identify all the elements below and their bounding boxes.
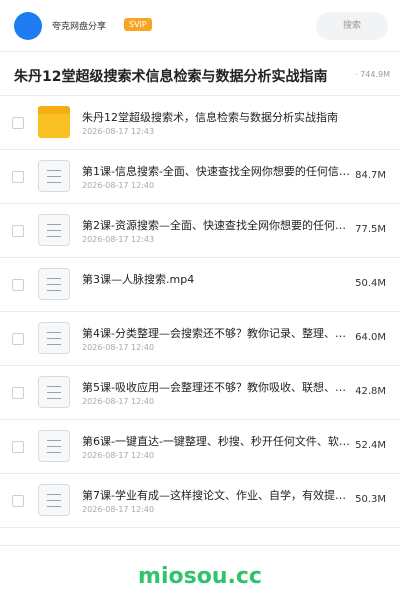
file-date: 2026-08-17 12:40: [82, 181, 155, 190]
app-name: 夸克网盘分享: [52, 22, 107, 32]
avatar[interactable]: [14, 12, 42, 40]
svip-badge: SVIP: [124, 18, 152, 31]
file-name: 第6课-一键直达-一键整理、秒搜、秒开任何文件、软…: [82, 435, 350, 448]
file-name: 第7课-学业有成—这样搜论文、作业、自学，有效提升…: [82, 489, 350, 502]
file-size: 84.7M: [355, 170, 386, 181]
document-icon: [38, 484, 70, 516]
file-date: 2026-08-17 12:40: [82, 451, 155, 460]
file-name: 第5课-吸收应用—会整理还不够？教你吸收、联想、输…: [82, 381, 350, 394]
file-name: 第2课-资源搜索—全面、快速查找全网你想要的任何信…: [82, 219, 350, 232]
document-icon: [38, 322, 70, 354]
row-checkbox[interactable]: [12, 387, 24, 399]
row-checkbox[interactable]: [12, 495, 24, 507]
file-date: 2026-08-17 12:43: [82, 235, 155, 244]
file-size: 50.4M: [355, 278, 386, 289]
share-title-bar: 朱丹12堂超级搜索术信息检索与数据分析实战指南 · 744.9M: [0, 52, 400, 96]
document-icon: [38, 214, 70, 246]
list-item[interactable]: 第1课-信息搜索-全面、快速查找全网你想要的任何信… 2026-08-17 12…: [0, 150, 400, 204]
document-icon: [38, 160, 70, 192]
list-item[interactable]: 第4课-分类整理—会搜索还不够？教你记录、整理、分… 2026-08-17 12…: [0, 312, 400, 366]
page-title: 朱丹12堂超级搜索术信息检索与数据分析实战指南: [14, 69, 328, 85]
file-date: 2026-08-17 12:40: [82, 505, 155, 514]
document-icon: [38, 430, 70, 462]
row-checkbox[interactable]: [12, 117, 24, 129]
row-checkbox[interactable]: [12, 279, 24, 291]
document-icon: [38, 268, 70, 300]
file-size: 42.8M: [355, 386, 386, 397]
list-item[interactable]: 朱丹12堂超级搜索术，信息检索与数据分析实战指南 2026-08-17 12:4…: [0, 96, 400, 150]
total-size: · 744.9M: [355, 70, 390, 79]
list-item[interactable]: 第6课-一键直达-一键整理、秒搜、秒开任何文件、软… 2026-08-17 12…: [0, 420, 400, 474]
row-checkbox[interactable]: [12, 441, 24, 453]
file-size: 52.4M: [355, 440, 386, 451]
file-list: 朱丹12堂超级搜索术，信息检索与数据分析实战指南 2026-08-17 12:4…: [0, 96, 400, 528]
list-item[interactable]: 第3课—人脉搜索.mp4 50.4M: [0, 258, 400, 312]
watermark: miosou.cc: [138, 564, 262, 589]
list-item[interactable]: 第2课-资源搜索—全面、快速查找全网你想要的任何信… 2026-08-17 12…: [0, 204, 400, 258]
app-header: 夸克网盘分享 SVIP 搜索: [0, 0, 400, 52]
file-date: 2026-08-17 12:40: [82, 343, 155, 352]
file-date: 2026-08-17 12:43: [82, 127, 155, 136]
file-name: 第4课-分类整理—会搜索还不够？教你记录、整理、分…: [82, 327, 350, 340]
footer-divider: [0, 545, 400, 546]
file-size: 77.5M: [355, 224, 386, 235]
row-checkbox[interactable]: [12, 171, 24, 183]
list-item[interactable]: 第5课-吸收应用—会整理还不够？教你吸收、联想、输… 2026-08-17 12…: [0, 366, 400, 420]
search-input[interactable]: 搜索: [316, 12, 388, 40]
file-name: 第3课—人脉搜索.mp4: [82, 273, 195, 286]
folder-icon: [38, 106, 70, 138]
file-name: 朱丹12堂超级搜索术，信息检索与数据分析实战指南: [82, 111, 338, 124]
file-size: 64.0M: [355, 332, 386, 343]
file-name: 第1课-信息搜索-全面、快速查找全网你想要的任何信…: [82, 165, 350, 178]
row-checkbox[interactable]: [12, 333, 24, 345]
list-item[interactable]: 第7课-学业有成—这样搜论文、作业、自学，有效提升… 2026-08-17 12…: [0, 474, 400, 528]
file-size: 50.3M: [355, 494, 386, 505]
file-date: 2026-08-17 12:40: [82, 397, 155, 406]
row-checkbox[interactable]: [12, 225, 24, 237]
document-icon: [38, 376, 70, 408]
